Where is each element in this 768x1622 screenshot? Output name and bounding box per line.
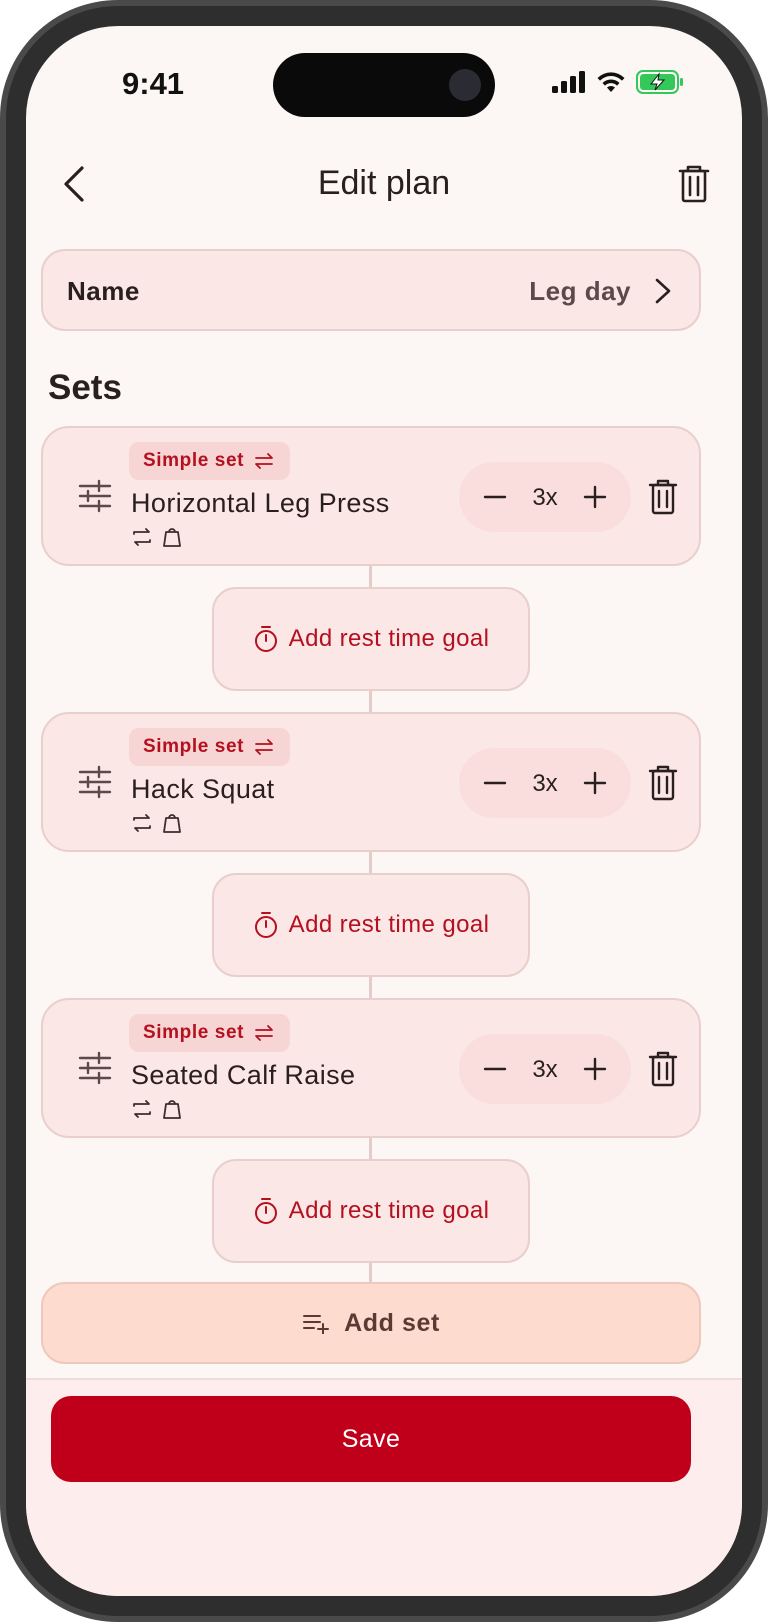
add-rest-time-label: Add rest time goal bbox=[288, 911, 490, 938]
set-count-stepper: 3x bbox=[459, 748, 631, 818]
set-meta-icons bbox=[131, 526, 183, 548]
stopwatch-icon bbox=[254, 912, 277, 938]
set-meta-icons bbox=[131, 1098, 183, 1120]
exercise-name: Horizontal Leg Press bbox=[131, 488, 390, 518]
set-card[interactable]: Simple set Horizontal Leg Press 3x bbox=[41, 426, 701, 566]
trash-icon[interactable] bbox=[647, 764, 679, 802]
weight-icon bbox=[163, 1100, 181, 1119]
set-connector bbox=[369, 564, 372, 588]
stopwatch-icon bbox=[254, 626, 277, 652]
add-rest-time-button[interactable]: Add rest time goal bbox=[212, 873, 530, 977]
wifi-icon bbox=[597, 72, 625, 92]
weight-icon bbox=[163, 528, 181, 547]
repeat-icon bbox=[133, 528, 151, 546]
plus-icon[interactable] bbox=[581, 1054, 609, 1084]
save-label: Save bbox=[341, 1424, 401, 1453]
plan-name-value: Leg day bbox=[529, 276, 631, 306]
plus-icon[interactable] bbox=[581, 768, 609, 798]
app-screen: 9:41 Edit plan Name Leg day Sets Simple … bbox=[26, 26, 742, 1596]
set-type-badge[interactable]: Simple set bbox=[129, 1014, 291, 1052]
set-connector bbox=[369, 1260, 372, 1284]
battery-charging-icon bbox=[636, 70, 683, 94]
set-connector bbox=[369, 689, 372, 713]
sliders-icon[interactable] bbox=[77, 1050, 113, 1086]
repeat-icon bbox=[133, 814, 151, 832]
plan-name-label: Name bbox=[67, 276, 140, 306]
plus-icon[interactable] bbox=[581, 482, 609, 512]
phone-device: 9:41 Edit plan Name Leg day Sets Simple … bbox=[0, 0, 768, 1622]
set-connector bbox=[369, 1136, 372, 1160]
sliders-icon[interactable] bbox=[77, 478, 113, 514]
swap-arrows-icon bbox=[255, 1025, 273, 1041]
set-type-label: Simple set bbox=[143, 1022, 245, 1043]
signal-icon bbox=[552, 71, 585, 93]
set-connector bbox=[369, 850, 372, 874]
bottom-action-bar: Save bbox=[26, 1378, 742, 1596]
weight-icon bbox=[163, 814, 181, 833]
status-bar: 9:41 bbox=[26, 26, 742, 136]
set-card[interactable]: Simple set Seated Calf Raise 3x bbox=[41, 998, 701, 1138]
add-rest-time-button[interactable]: Add rest time goal bbox=[212, 587, 530, 691]
top-nav: Edit plan bbox=[26, 156, 742, 216]
add-rest-time-label: Add rest time goal bbox=[288, 625, 490, 652]
sliders-icon[interactable] bbox=[77, 764, 113, 800]
set-count-stepper: 3x bbox=[459, 1034, 631, 1104]
trash-icon[interactable] bbox=[674, 162, 714, 206]
set-type-label: Simple set bbox=[143, 736, 245, 757]
add-set-label: Add set bbox=[344, 1308, 440, 1337]
exercise-name: Seated Calf Raise bbox=[131, 1060, 356, 1090]
playlist-add-icon bbox=[303, 1315, 330, 1334]
sets-section-title: Sets bbox=[48, 368, 122, 407]
swap-arrows-icon bbox=[255, 453, 273, 469]
set-count-stepper: 3x bbox=[459, 462, 631, 532]
add-rest-time-label: Add rest time goal bbox=[288, 1197, 490, 1224]
set-type-badge[interactable]: Simple set bbox=[129, 442, 291, 480]
repeat-icon bbox=[133, 1100, 151, 1118]
add-rest-time-button[interactable]: Add rest time goal bbox=[212, 1159, 530, 1263]
status-time: 9:41 bbox=[122, 66, 185, 101]
set-type-badge[interactable]: Simple set bbox=[129, 728, 291, 766]
set-type-label: Simple set bbox=[143, 450, 245, 471]
save-button[interactable]: Save bbox=[51, 1396, 691, 1482]
set-connector bbox=[369, 975, 372, 999]
chevron-right-icon bbox=[655, 278, 671, 304]
trash-icon[interactable] bbox=[647, 1050, 679, 1088]
stopwatch-icon bbox=[254, 1198, 277, 1224]
set-meta-icons bbox=[131, 812, 183, 834]
plan-name-row[interactable]: Name Leg day bbox=[41, 249, 701, 331]
page-title: Edit plan bbox=[317, 164, 451, 202]
exercise-name: Hack Squat bbox=[131, 774, 275, 804]
dynamic-island bbox=[273, 53, 495, 117]
set-card[interactable]: Simple set Hack Squat 3x bbox=[41, 712, 701, 852]
add-set-button[interactable]: Add set bbox=[41, 1282, 701, 1364]
swap-arrows-icon bbox=[255, 739, 273, 755]
status-icons bbox=[552, 70, 684, 94]
camera-icon bbox=[449, 69, 481, 101]
trash-icon[interactable] bbox=[647, 478, 679, 516]
